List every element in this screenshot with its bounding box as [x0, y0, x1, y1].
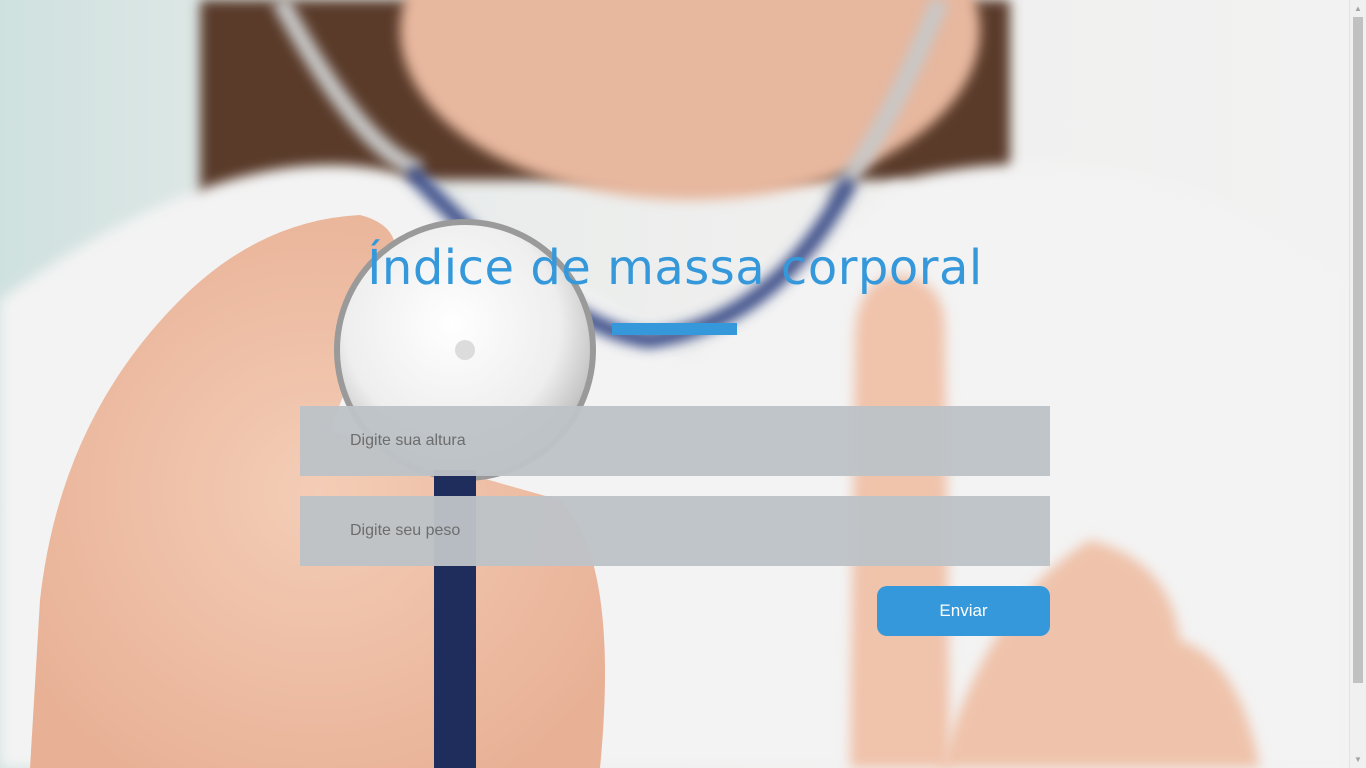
vertical-scrollbar[interactable]: ▲ ▼	[1349, 0, 1366, 768]
title-underline	[612, 323, 737, 335]
scroll-up-arrow-icon[interactable]: ▲	[1350, 0, 1366, 17]
page-title: Índice de massa corporal	[367, 240, 983, 297]
bmi-form-container: Índice de massa corporal Enviar	[0, 0, 1349, 768]
submit-button[interactable]: Enviar	[877, 586, 1050, 636]
weight-input[interactable]	[300, 496, 1050, 566]
scrollbar-thumb[interactable]	[1353, 17, 1363, 683]
page: Índice de massa corporal Enviar ▲ ▼	[0, 0, 1366, 768]
scroll-down-arrow-icon[interactable]: ▼	[1350, 751, 1366, 768]
height-input[interactable]	[300, 406, 1050, 476]
